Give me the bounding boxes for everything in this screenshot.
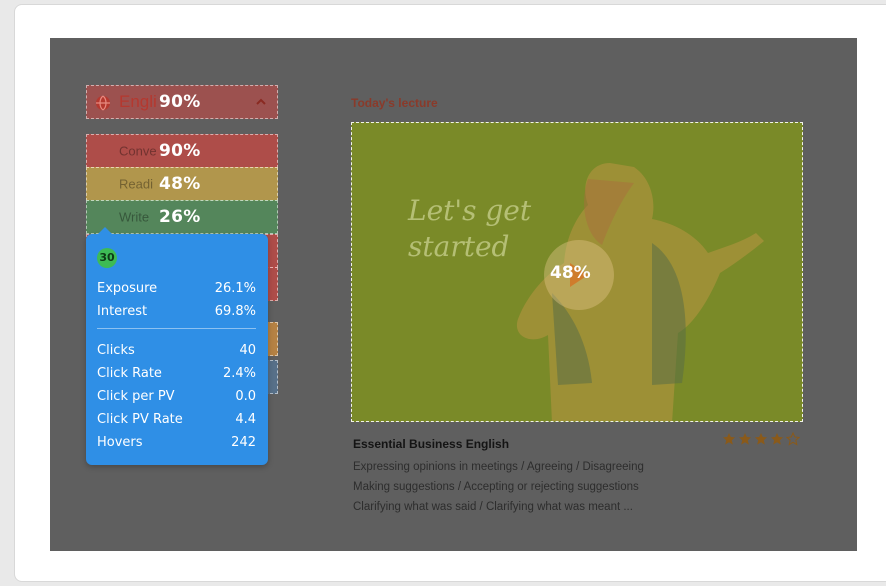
- overlay-text: Let's get started: [408, 193, 548, 265]
- heatmap-stage: Engli 90% Conve 90% Readi 48% Write 26% …: [50, 38, 857, 551]
- course-description-line: Clarifying what was said / Clarifying wh…: [353, 501, 633, 513]
- star-empty-icon: [786, 432, 800, 446]
- sidebar-header-zone[interactable]: Engli 90%: [86, 85, 278, 119]
- sidebar-item-reading-zone[interactable]: Readi 48%: [86, 167, 278, 201]
- rating-stars: [722, 432, 800, 446]
- overlay-text-line1: Let's get: [408, 194, 532, 227]
- tooltip-row-clicks: Clicks 40: [97, 340, 256, 360]
- tooltip-row-label: Click Rate: [97, 365, 162, 381]
- sidebar-item-percent: 26%: [159, 207, 201, 227]
- tooltip-row-value: 40: [239, 342, 256, 358]
- tooltip-row-value: 69.8%: [214, 303, 256, 319]
- rank-badge: 30: [97, 248, 117, 268]
- stats-tooltip: 30 Exposure 26.1% Interest 69.8% Clicks …: [86, 227, 268, 465]
- tooltip-row-value: 0.0: [235, 388, 256, 404]
- tooltip-row-click-rate: Click Rate 2.4%: [97, 363, 256, 383]
- sidebar-item-conversation-zone[interactable]: Conve 90%: [86, 134, 278, 168]
- sidebar-item-percent: 90%: [159, 141, 201, 161]
- star-filled-icon: [755, 433, 767, 445]
- tooltip-row-value: 4.4: [235, 411, 256, 427]
- course-description-line: Expressing opinions in meetings / Agreei…: [353, 461, 644, 473]
- tooltip-row-label: Clicks: [97, 342, 135, 358]
- sidebar-header-percent: 90%: [159, 92, 201, 112]
- sidebar-item-writing-zone[interactable]: Write 26%: [86, 200, 278, 234]
- course-description-line: Making suggestions / Accepting or reject…: [353, 481, 639, 493]
- tooltip-row-value: 242: [231, 434, 256, 450]
- globe-icon: [96, 95, 110, 111]
- tooltip-row-label: Interest: [97, 303, 148, 319]
- tooltip-row-value: 2.4%: [222, 365, 256, 381]
- video-zone[interactable]: Let's get started 48%: [351, 122, 803, 422]
- star-filled-icon: [739, 433, 751, 445]
- tooltip-row-label: Click per PV: [97, 388, 175, 404]
- overlay-text-line2: started: [408, 230, 510, 263]
- tooltip-row-label: Exposure: [97, 280, 158, 296]
- star-filled-icon: [771, 433, 783, 445]
- sidebar-item-label: Readi: [119, 176, 153, 192]
- tooltip-row-click-pv-rate: Click PV Rate 4.4: [97, 409, 256, 429]
- tooltip-row-exposure: Exposure 26.1%: [97, 278, 256, 298]
- section-label: Today's lecture: [351, 96, 438, 110]
- video-percent: 48%: [550, 263, 591, 283]
- tooltip-row-interest: Interest 69.8%: [97, 301, 256, 321]
- sidebar-item-label: Conve: [119, 143, 157, 159]
- chevron-up-icon[interactable]: [255, 96, 267, 108]
- tooltip-row-label: Click PV Rate: [97, 411, 183, 427]
- sidebar-item-label: Write: [119, 209, 150, 225]
- tooltip-divider: [97, 328, 256, 329]
- sidebar-header-label: Engli: [119, 92, 157, 111]
- tooltip-row-label: Hovers: [97, 434, 143, 450]
- sidebar-item-percent: 48%: [159, 174, 201, 194]
- tooltip-row-value: 26.1%: [214, 280, 256, 296]
- tooltip-row-hovers: Hovers 242: [97, 432, 256, 452]
- star-filled-icon: [723, 433, 735, 445]
- course-title[interactable]: Essential Business English: [353, 437, 509, 451]
- tooltip-row-click-per-pv: Click per PV 0.0: [97, 386, 256, 406]
